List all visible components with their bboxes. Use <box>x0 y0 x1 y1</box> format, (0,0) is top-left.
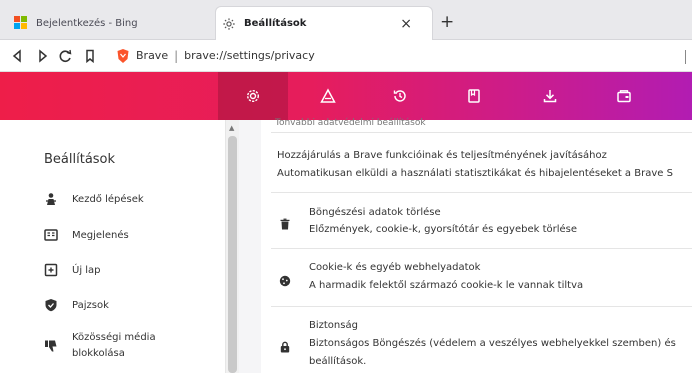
shield-icon <box>45 299 57 312</box>
divider <box>271 248 692 249</box>
sidebar-item-label: Kezdő lépések <box>72 193 144 205</box>
cookie-icon <box>279 275 291 287</box>
address-toolbar: Brave | brave://settings/privacy <box>0 40 692 72</box>
close-tab-icon[interactable]: × <box>400 16 412 32</box>
settings-header <box>0 72 692 120</box>
sidebar-scrollbar[interactable]: ▲ <box>225 120 239 373</box>
wallet-icon <box>617 90 631 103</box>
scroll-up-icon[interactable]: ▲ <box>229 124 234 132</box>
tab-title: Bejelentkezés - Bing <box>36 17 138 29</box>
rocket-person-icon <box>46 193 56 205</box>
gear-icon <box>223 17 235 30</box>
sidebar-item-label-line1: Közösségi média <box>72 332 156 343</box>
row-subtitle: A harmadik felektől származó cookie-k le… <box>309 280 584 291</box>
settings-sidebar: Beállítások Kezdő lépések Megjelenés Új … <box>0 120 225 373</box>
improve-brave-title[interactable]: Hozzájárulás a Brave funkcióinak és telj… <box>277 150 607 161</box>
bookmark-icon[interactable] <box>78 49 102 63</box>
downloads-icon <box>543 90 557 103</box>
back-icon[interactable] <box>6 48 30 63</box>
divider <box>271 132 692 133</box>
sidebar-item-label-wrap: Közösségi média blokkolása <box>72 330 156 362</box>
bookmarks-icon <box>468 89 480 103</box>
tab-settings[interactable]: Beállítások × <box>215 6 433 40</box>
sidebar-item-getting-started[interactable]: Kezdő lépések <box>44 192 144 206</box>
wallet-nav-button[interactable] <box>600 72 648 120</box>
toolbar-divider <box>685 50 686 64</box>
trash-icon <box>280 218 290 230</box>
sidebar-item-appearance[interactable]: Megjelenés <box>44 228 129 242</box>
row-title: Cookie-k és egyéb webhelyadatok <box>309 262 481 273</box>
lock-icon <box>280 341 290 353</box>
divider <box>271 306 692 307</box>
row-subtitle: Előzmények, cookie-k, gyorsítótár és egy… <box>309 224 578 235</box>
brave-rewards-icon <box>320 88 336 103</box>
divider <box>271 192 692 193</box>
microsoft-icon <box>14 16 28 30</box>
settings-nav-button[interactable] <box>218 72 288 120</box>
row-subtitle: Biztonságos Böngészés (védelem a veszély… <box>309 338 676 349</box>
gear-icon <box>246 89 260 103</box>
downloads-nav-button[interactable] <box>526 72 574 120</box>
sidebar-item-label: Pajzsok <box>72 299 109 311</box>
row-subtitle-line2: beállítások. <box>309 356 367 367</box>
url-separator: | <box>174 48 179 63</box>
reload-icon[interactable] <box>54 49 78 63</box>
new-tab-button[interactable]: + <box>440 12 454 32</box>
sidebar-item-shields[interactable]: Pajzsok <box>44 298 109 312</box>
sidebar-title: Beállítások <box>44 152 116 167</box>
history-icon <box>393 90 406 102</box>
row-title: Böngészési adatok törlése <box>309 207 441 218</box>
privacy-card: Tonvabbi adatvédelmi beállítások Hozzájá… <box>261 118 692 373</box>
rewards-nav-button[interactable] <box>304 72 352 120</box>
sidebar-item-label: Megjelenés <box>72 229 129 241</box>
forward-icon[interactable] <box>30 48 54 63</box>
row-title: Biztonság <box>309 320 358 331</box>
url-field[interactable]: brave://settings/privacy <box>184 49 315 62</box>
sidebar-item-new-tab[interactable]: Új lap <box>44 263 101 277</box>
history-nav-button[interactable] <box>376 72 424 120</box>
new-tab-icon <box>44 263 58 277</box>
url-brand: Brave <box>136 49 169 62</box>
bookmarks-nav-button[interactable] <box>450 72 498 120</box>
section-heading-cut: Tonvabbi adatvédelmi beállítások <box>275 118 426 128</box>
tab-bing-login[interactable]: Bejelentkezés - Bing <box>8 6 208 40</box>
sidebar-item-label: Új lap <box>72 264 101 276</box>
thumbs-down-icon <box>45 340 57 352</box>
scroll-thumb[interactable] <box>228 136 237 373</box>
sidebar-item-social-blocking[interactable]: Közösségi média blokkolása <box>44 330 156 362</box>
tab-strip: Bejelentkezés - Bing Beállítások × + <box>0 0 692 40</box>
improve-brave-subtitle: Automatikusan elküldi a használati stati… <box>277 168 673 179</box>
sidebar-item-label-line2: blokkolása <box>72 348 125 359</box>
appearance-icon <box>44 229 58 241</box>
tab-title: Beállítások <box>244 18 307 29</box>
brave-shield-icon[interactable] <box>116 48 130 64</box>
settings-content: Tonvabbi adatvédelmi beállítások Hozzájá… <box>239 118 692 373</box>
